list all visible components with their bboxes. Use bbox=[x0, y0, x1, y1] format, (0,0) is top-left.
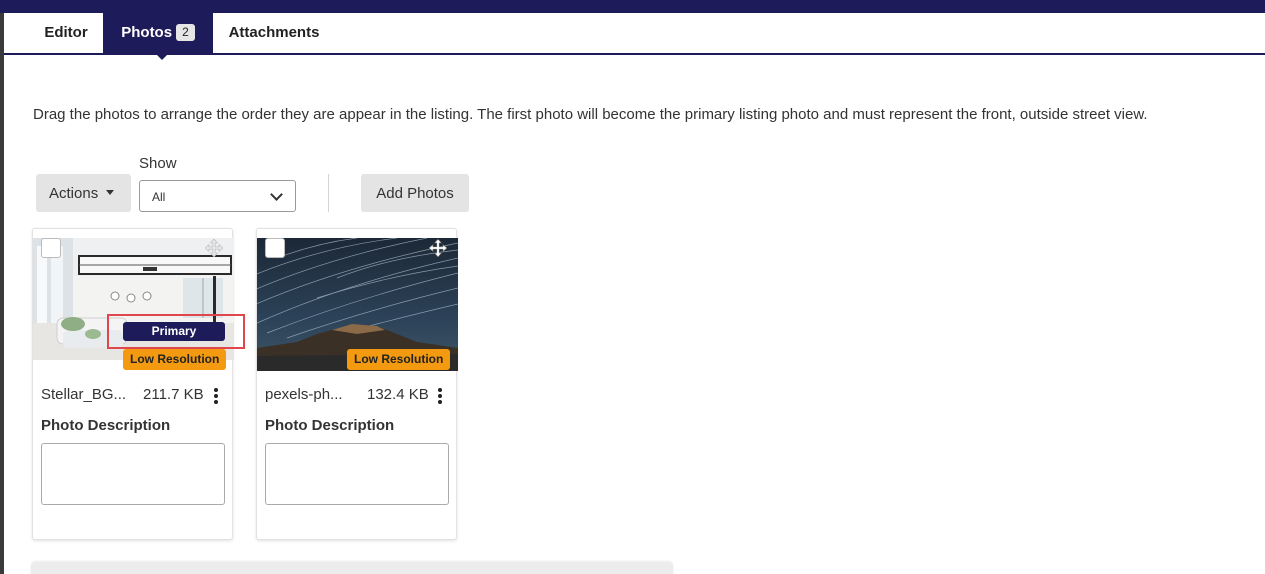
tab-attachments[interactable]: Attachments bbox=[218, 13, 330, 53]
caret-down-icon bbox=[106, 189, 115, 195]
low-resolution-badge: Low Resolution bbox=[123, 349, 227, 370]
photo-description-label: Photo Description bbox=[265, 417, 395, 434]
photo-card[interactable]: Low Resolution pexels-ph... 132.4 KB Pho… bbox=[256, 228, 458, 540]
chevron-down-icon bbox=[270, 188, 283, 201]
bottom-panel bbox=[31, 562, 673, 574]
file-info: Stellar_BG... 211.7 KB bbox=[41, 386, 226, 406]
top-bar bbox=[0, 0, 1265, 13]
photo-description-label: Photo Description bbox=[41, 417, 171, 434]
show-filter-value: All bbox=[152, 190, 166, 204]
left-edge bbox=[0, 13, 4, 574]
file-info: pexels-ph... 132.4 KB bbox=[265, 386, 450, 406]
tab-editor-label: Editor bbox=[44, 24, 88, 41]
actions-label: Actions bbox=[49, 184, 99, 202]
move-drag-icon[interactable] bbox=[205, 239, 223, 257]
tab-photos-label: Photos bbox=[121, 24, 173, 41]
active-tab-caret bbox=[155, 53, 169, 60]
select-photo-checkbox[interactable] bbox=[265, 238, 285, 258]
photo-description-input[interactable] bbox=[41, 443, 225, 505]
primary-highlight-box bbox=[107, 314, 245, 349]
move-drag-icon[interactable] bbox=[429, 239, 447, 257]
instructions-text: Drag the photos to arrange the order the… bbox=[33, 106, 1148, 123]
photo-card[interactable]: Primary Low Resolution Stellar_BG... 211… bbox=[32, 228, 245, 540]
tab-bar: Editor Photos 2 Attachments bbox=[4, 13, 1265, 60]
add-photos-button[interactable]: Add Photos bbox=[361, 174, 469, 212]
photo-description-input[interactable] bbox=[265, 443, 449, 505]
tab-photos[interactable]: Photos 2 bbox=[103, 13, 213, 53]
photos-count-badge: 2 bbox=[176, 24, 195, 41]
more-options-icon[interactable] bbox=[213, 388, 219, 404]
show-filter-select[interactable]: All bbox=[139, 180, 296, 212]
toolbar-divider bbox=[328, 174, 329, 212]
tab-attachments-label: Attachments bbox=[228, 24, 320, 41]
select-photo-checkbox[interactable] bbox=[41, 238, 61, 258]
file-size: 132.4 KB bbox=[367, 386, 429, 403]
more-options-icon[interactable] bbox=[437, 388, 443, 404]
show-label: Show bbox=[139, 155, 177, 172]
actions-dropdown-button[interactable]: Actions bbox=[36, 174, 131, 212]
low-resolution-badge: Low Resolution bbox=[347, 349, 451, 370]
file-name: Stellar_BG... bbox=[41, 386, 127, 403]
file-size: 211.7 KB bbox=[143, 386, 204, 403]
file-name: pexels-ph... bbox=[265, 386, 343, 403]
tab-editor[interactable]: Editor bbox=[30, 13, 102, 53]
